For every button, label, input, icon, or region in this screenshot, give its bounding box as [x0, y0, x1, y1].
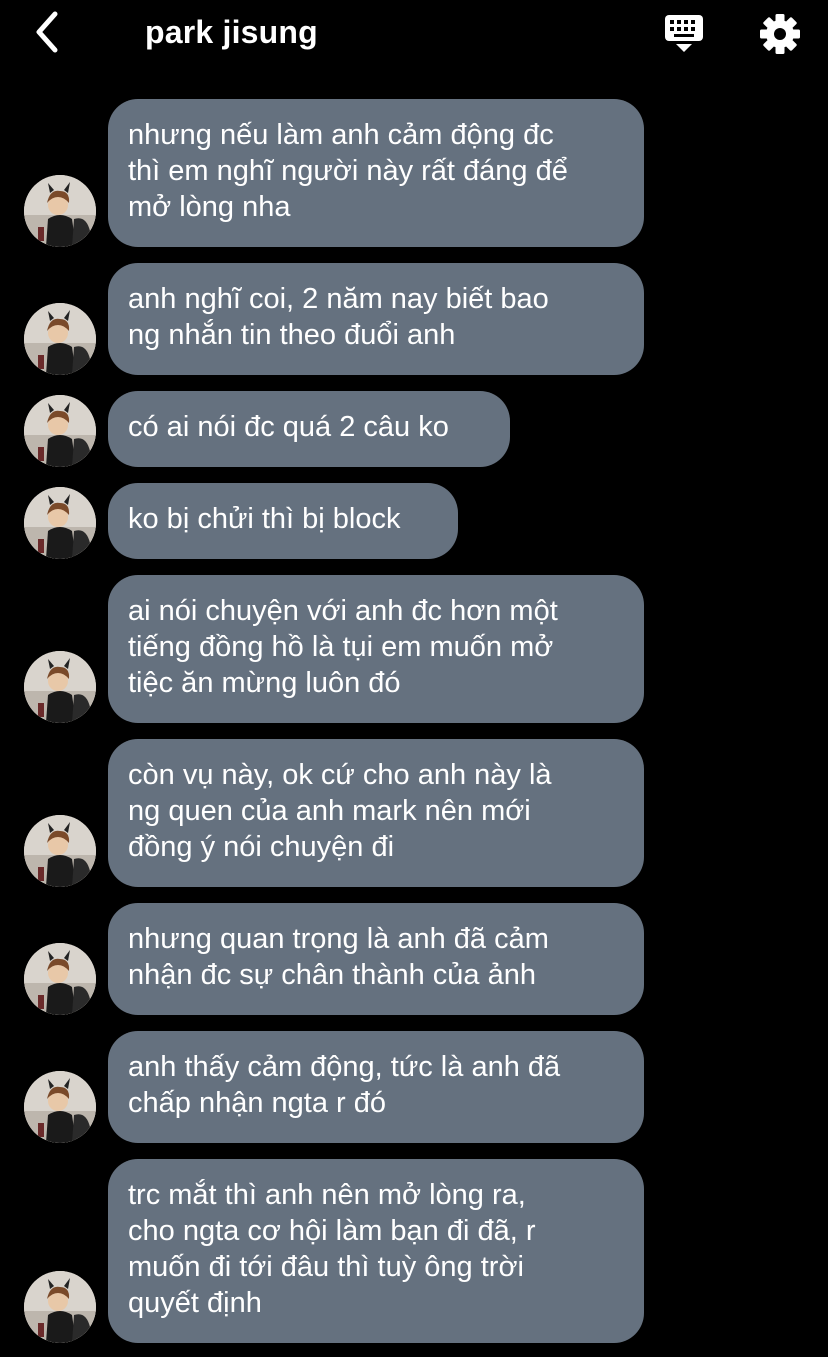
avatar-image — [24, 943, 96, 1015]
avatar[interactable] — [24, 303, 96, 375]
avatar[interactable] — [24, 651, 96, 723]
avatar[interactable] — [24, 395, 96, 467]
message-bubble[interactable]: anh thấy cảm động, tức là anh đã chấp nh… — [108, 1031, 644, 1143]
message-list[interactable]: nhưng nếu làm anh cảm động đc thì em ngh… — [0, 0, 828, 1357]
avatar[interactable] — [24, 487, 96, 559]
avatar[interactable] — [24, 943, 96, 1015]
avatar[interactable] — [24, 1071, 96, 1143]
avatar-image — [24, 1271, 96, 1343]
message-bubble[interactable]: có ai nói đc quá 2 câu ko — [108, 391, 510, 467]
avatar[interactable] — [24, 1271, 96, 1343]
avatar-image — [24, 815, 96, 887]
avatar-image — [24, 487, 96, 559]
avatar[interactable] — [24, 175, 96, 247]
message-bubble[interactable]: nhưng quan trọng là anh đã cảm nhận đc s… — [108, 903, 644, 1015]
avatar-image — [24, 651, 96, 723]
message-bubble[interactable]: anh nghĩ coi, 2 năm nay biết bao ng nhắn… — [108, 263, 644, 375]
avatar-image — [24, 175, 96, 247]
avatar-image — [24, 395, 96, 467]
message-bubble[interactable]: ai nói chuyện với anh đc hơn một tiếng đ… — [108, 575, 644, 723]
avatar-image — [24, 303, 96, 375]
message-bubble[interactable]: nhưng nếu làm anh cảm động đc thì em ngh… — [108, 99, 644, 247]
message-bubble[interactable]: ko bị chửi thì bị block — [108, 483, 458, 559]
message-bubble[interactable]: còn vụ này, ok cứ cho anh này là ng quen… — [108, 739, 644, 887]
avatar[interactable] — [24, 815, 96, 887]
avatar-image — [24, 1071, 96, 1143]
message-bubble[interactable]: trc mắt thì anh nên mở lòng ra, cho ngta… — [108, 1159, 644, 1343]
